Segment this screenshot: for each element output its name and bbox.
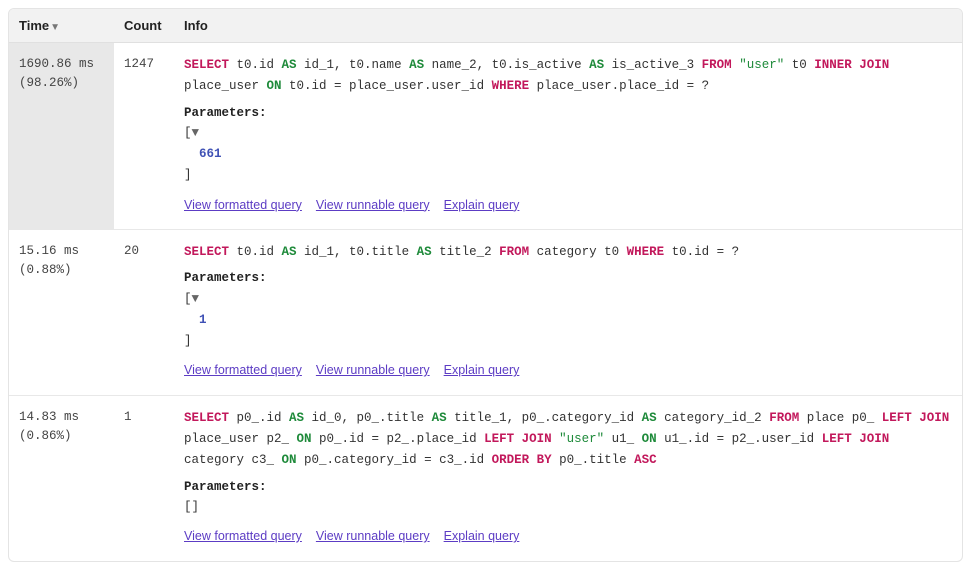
view-formatted-query-link[interactable]: View formatted query [184, 198, 302, 212]
parameters-body[interactable]: [▼ 661 ] [184, 123, 952, 187]
count-cell: 20 [114, 230, 174, 396]
param-value: 1 [199, 313, 207, 327]
col-header-count[interactable]: Count [114, 9, 174, 43]
view-formatted-query-link[interactable]: View formatted query [184, 529, 302, 543]
col-header-count-label: Count [124, 18, 162, 33]
parameters-body[interactable]: [] [184, 497, 952, 518]
time-pct: (0.88%) [19, 261, 104, 280]
col-header-info[interactable]: Info [174, 9, 962, 43]
time-cell: 15.16 ms(0.88%) [9, 230, 114, 396]
count-cell: 1 [114, 395, 174, 560]
query-actions: View formatted query View runnable query E… [184, 526, 952, 546]
col-header-info-label: Info [184, 18, 208, 33]
table-row: 14.83 ms(0.86%)1SELECT p0_.id AS id_0, p… [9, 395, 962, 560]
parameters-label: Parameters: [184, 269, 952, 288]
count-cell: 1247 [114, 43, 174, 230]
time-cell: 14.83 ms(0.86%) [9, 395, 114, 560]
parameters-body[interactable]: [▼ 1 ] [184, 289, 952, 353]
view-runnable-query-link[interactable]: View runnable query [316, 198, 430, 212]
info-cell: SELECT t0.id AS id_1, t0.name AS name_2,… [174, 43, 962, 230]
explain-query-link[interactable]: Explain query [444, 529, 520, 543]
time-pct: (98.26%) [19, 74, 104, 93]
query-log-panel: Time▼ Count Info 1690.86 ms(98.26%)1247S… [8, 8, 963, 562]
query-actions: View formatted query View runnable query E… [184, 195, 952, 215]
view-formatted-query-link[interactable]: View formatted query [184, 363, 302, 377]
explain-query-link[interactable]: Explain query [444, 363, 520, 377]
parameters-label: Parameters: [184, 478, 952, 497]
param-value: 661 [199, 147, 222, 161]
view-runnable-query-link[interactable]: View runnable query [316, 363, 430, 377]
table-row: 1690.86 ms(98.26%)1247SELECT t0.id AS id… [9, 43, 962, 230]
info-cell: SELECT t0.id AS id_1, t0.title AS title_… [174, 230, 962, 396]
info-cell: SELECT p0_.id AS id_0, p0_.title AS titl… [174, 395, 962, 560]
chevron-down-icon[interactable]: ▼ [192, 126, 200, 140]
time-ms: 1690.86 ms [19, 55, 104, 74]
query-actions: View formatted query View runnable query E… [184, 360, 952, 380]
time-ms: 15.16 ms [19, 242, 104, 261]
explain-query-link[interactable]: Explain query [444, 198, 520, 212]
col-header-time[interactable]: Time▼ [9, 9, 114, 43]
chevron-down-icon[interactable]: ▼ [192, 292, 200, 306]
time-ms: 14.83 ms [19, 408, 104, 427]
sql-query: SELECT t0.id AS id_1, t0.title AS title_… [184, 242, 952, 263]
sql-query: SELECT t0.id AS id_1, t0.name AS name_2,… [184, 55, 952, 98]
sort-desc-icon: ▼ [50, 22, 60, 33]
time-cell: 1690.86 ms(98.26%) [9, 43, 114, 230]
sql-query: SELECT p0_.id AS id_0, p0_.title AS titl… [184, 408, 952, 472]
parameters-label: Parameters: [184, 104, 952, 123]
table-row: 15.16 ms(0.88%)20SELECT t0.id AS id_1, t… [9, 230, 962, 396]
time-pct: (0.86%) [19, 427, 104, 446]
query-table: Time▼ Count Info 1690.86 ms(98.26%)1247S… [9, 9, 962, 561]
view-runnable-query-link[interactable]: View runnable query [316, 529, 430, 543]
col-header-time-label: Time [19, 18, 49, 33]
